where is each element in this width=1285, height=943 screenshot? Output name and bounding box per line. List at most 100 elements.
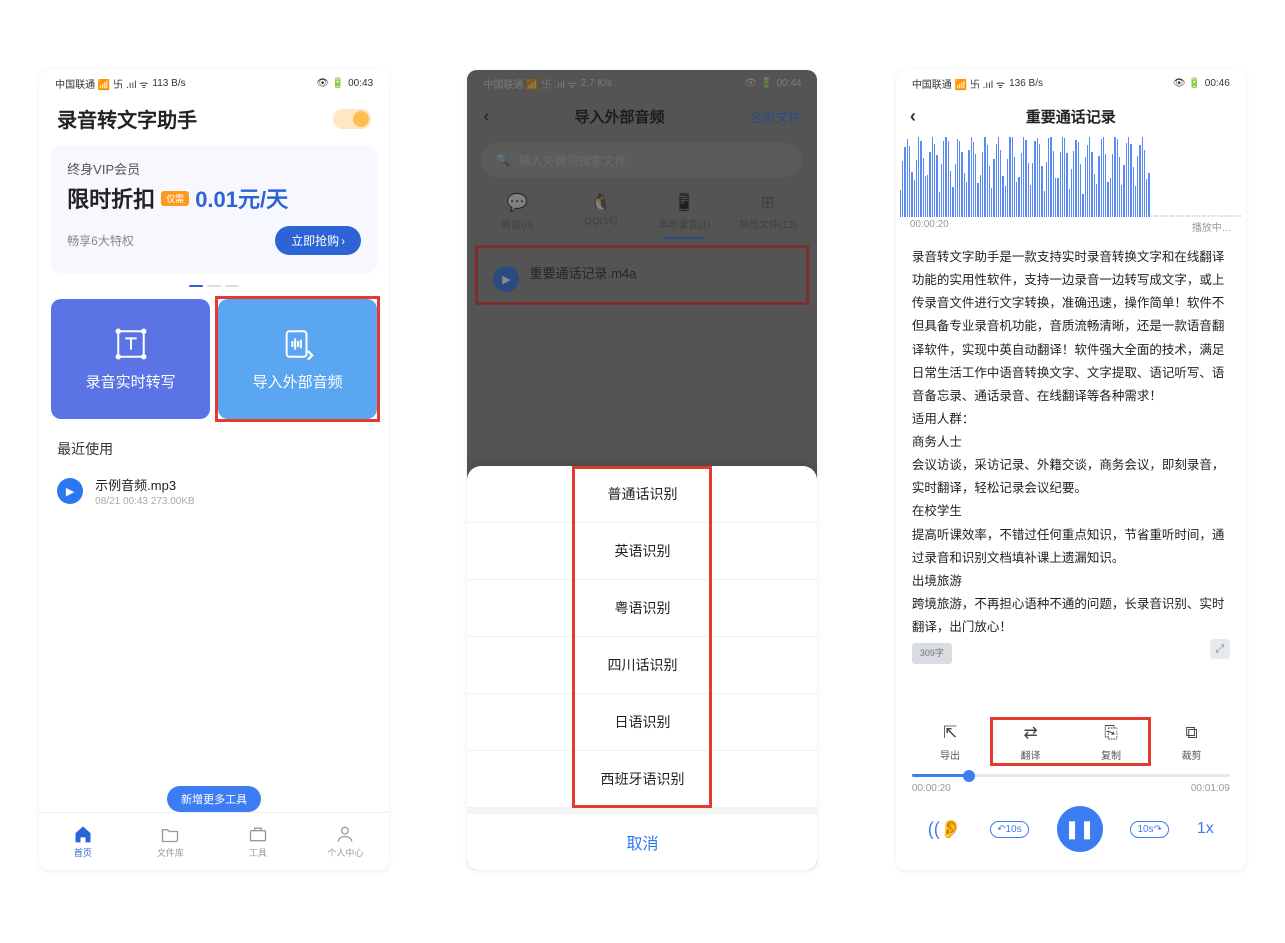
crop-icon: ⧉	[1185, 723, 1197, 743]
tab-local[interactable]: 📱本地录音(1)	[642, 187, 726, 239]
page-title: 重要通话记录	[1026, 106, 1116, 127]
time-duration: 00:01:09	[1191, 783, 1230, 794]
vip-perks: 畅享6大特权	[67, 232, 134, 249]
tool-export[interactable]: ⇱导出	[925, 723, 975, 762]
audio-file-row[interactable]: ▶ 重要通话记录.m4a 08/21 00:40 837.03KB	[485, 253, 799, 305]
status-icons: 👁 🔋	[1173, 78, 1201, 89]
file-meta: 08/21 00:40 837.03KB	[529, 284, 636, 295]
all-files-link[interactable]: 全部文件	[749, 107, 801, 126]
chevron-right-icon: ›	[341, 234, 345, 248]
opt-sichuan[interactable]: 四川话识别	[467, 637, 817, 694]
vip-badge: 仅需	[161, 191, 189, 206]
opt-cantonese[interactable]: 粤语识别	[467, 580, 817, 637]
transcript-text: 录音转文字助手是一款支持实时录音转换文字和在线翻译功能的实用性软件，支持一边录音…	[912, 246, 1230, 639]
phone-home: 中国联通 📶 卐 .ııl ᯤ 113 B/s 👁 🔋 00:43 录音转文字助…	[39, 70, 389, 870]
status-net: 113 B/s	[152, 78, 185, 89]
opt-english[interactable]: 英语识别	[467, 523, 817, 580]
vip-price: 0.01元/天	[195, 182, 288, 214]
expand-icon[interactable]: ⤢	[1210, 639, 1230, 659]
home-icon	[72, 824, 94, 844]
source-tabs: 💬 微信(0) 🐧QQ(16) 📱本地录音(1) ⊞其他文件(13)	[467, 183, 817, 239]
language-action-sheet: 普通话识别 英语识别 粤语识别 四川话识别 日语识别 西班牙语识别 取消	[467, 466, 817, 870]
tab-profile[interactable]: 个人中心	[302, 813, 390, 870]
file-name: 示例音频.mp3	[95, 475, 195, 494]
waveform[interactable]	[896, 137, 1246, 217]
status-icons: 👁 🔋	[316, 78, 344, 89]
back-button[interactable]: ‹	[910, 106, 916, 127]
tab-profile-label: 个人中心	[327, 846, 363, 859]
page-indicator	[39, 285, 389, 287]
card-a-label: 录音实时转写	[86, 371, 176, 392]
search-placeholder: 输入关键词搜索文件	[518, 152, 626, 169]
status-icons: 👁 🔋	[745, 78, 773, 89]
phone-icon: 📱	[642, 193, 726, 213]
forward-10-button[interactable]: 10s↷	[1130, 821, 1169, 838]
app-title: 录音转文字助手	[57, 104, 197, 133]
card-realtime-transcribe[interactable]: 录音实时转写	[51, 299, 210, 419]
tool-row: ⇱导出 ⇄翻译 ⎘ 复制 ⧉ 裁剪	[896, 715, 1246, 768]
import-audio-icon	[281, 327, 315, 361]
more-tools-pill[interactable]: 新增更多工具	[167, 786, 261, 812]
play-icon[interactable]: ▶	[493, 266, 519, 292]
progress-slider[interactable]: 00:00:20 00:01:09	[896, 768, 1246, 796]
tab-tools[interactable]: 工具	[214, 813, 302, 870]
opt-japanese[interactable]: 日语识别	[467, 694, 817, 751]
tab-other[interactable]: ⊞其他文件(13)	[726, 187, 810, 239]
status-time: 00:44	[776, 78, 801, 89]
user-icon	[334, 824, 356, 844]
status-bar: 中国联通 📶 卐 .ııl ᯤ 2.7 K/s 👁 🔋 00:44	[467, 70, 817, 96]
wechat-icon: 💬	[475, 193, 559, 213]
copy-icon: ⎘	[1104, 723, 1118, 743]
cancel-button[interactable]: 取消	[467, 808, 817, 870]
status-net: 2.7 K/s	[581, 78, 612, 89]
back-button[interactable]: ‹	[483, 106, 489, 127]
search-input[interactable]: 🔍 输入关键词搜索文件	[481, 143, 803, 177]
tab-home-label: 首页	[74, 846, 92, 859]
tab-other-label: 其他文件(13)	[739, 220, 797, 231]
vip-line1: 终身VIP会员	[67, 159, 361, 178]
play-icon[interactable]: ▶	[57, 478, 83, 504]
status-time: 00:46	[1205, 78, 1230, 89]
phone-import: 中国联通 📶 卐 .ııl ᯤ 2.7 K/s 👁 🔋 00:44 ‹ 导入外部…	[467, 70, 817, 870]
buy-now-label: 立即抢购	[291, 232, 339, 249]
tab-home[interactable]: 首页	[39, 813, 127, 870]
phone-transcript: 中国联通 📶 卐 .ııl ᯤ 136 B/s 👁 🔋 00:46 ‹ 重要通话…	[896, 70, 1246, 870]
status-bar: 中国联通 📶 卐 .ııl ᯤ 136 B/s 👁 🔋 00:46	[896, 70, 1246, 96]
tool-translate[interactable]: ⇄翻译	[1006, 723, 1056, 762]
qq-icon: 🐧	[559, 193, 643, 213]
tab-wechat[interactable]: 💬 微信(0)	[475, 187, 559, 239]
tab-qq[interactable]: 🐧QQ(16)	[559, 187, 643, 239]
opt-spanish[interactable]: 西班牙语识别	[467, 751, 817, 808]
status-carrier: 中国联通 📶 卐 .ııl ᯤ	[55, 76, 148, 91]
export-icon: ⇱	[943, 723, 957, 743]
wave-time: 00:00:20	[910, 219, 949, 234]
tab-files-label: 文件库	[157, 846, 184, 859]
play-state: 播放中…	[1192, 219, 1232, 234]
recent-file-row[interactable]: ▶ 示例音频.mp3 08/21 00:43 273.00KB	[39, 469, 389, 513]
player-controls: ((👂 ↶10s ❚❚ 10s↷ 1x	[896, 796, 1246, 870]
buy-now-button[interactable]: 立即抢购 ›	[275, 226, 361, 255]
pause-button[interactable]: ❚❚	[1057, 806, 1103, 852]
status-time: 00:43	[348, 78, 373, 89]
tool-crop[interactable]: ⧉ 裁剪	[1167, 723, 1217, 762]
search-icon: 🔍	[495, 153, 510, 167]
vip-banner[interactable]: 终身VIP会员 限时折扣 仅需 0.01元/天 畅享6大特权 立即抢购 ›	[51, 145, 377, 273]
ear-mode-button[interactable]: ((👂	[928, 819, 962, 840]
transcript-area[interactable]: 录音转文字助手是一款支持实时录音转换文字和在线翻译功能的实用性软件，支持一边录音…	[896, 234, 1246, 715]
theme-toggle[interactable]	[333, 109, 371, 129]
card-import-audio[interactable]: 导入外部音频	[218, 299, 377, 419]
status-net: 136 B/s	[1009, 78, 1043, 89]
speed-button[interactable]: 1x	[1197, 820, 1214, 838]
tool-translate-label: 翻译	[1021, 747, 1041, 762]
opt-mandarin[interactable]: 普通话识别	[467, 466, 817, 523]
tool-copy-label: 复制	[1101, 747, 1121, 762]
tab-files[interactable]: 文件库	[127, 813, 215, 870]
time-position: 00:00:20	[912, 783, 951, 794]
tool-copy[interactable]: ⎘ 复制	[1086, 723, 1136, 762]
rewind-10-button[interactable]: ↶10s	[990, 821, 1029, 838]
vip-line2: 限时折扣	[67, 182, 155, 214]
toolbox-icon	[247, 824, 269, 844]
word-count-badge: 309字	[912, 643, 952, 664]
tool-crop-label: 裁剪	[1182, 747, 1202, 762]
tab-wechat-label: 微信(0)	[501, 220, 533, 231]
